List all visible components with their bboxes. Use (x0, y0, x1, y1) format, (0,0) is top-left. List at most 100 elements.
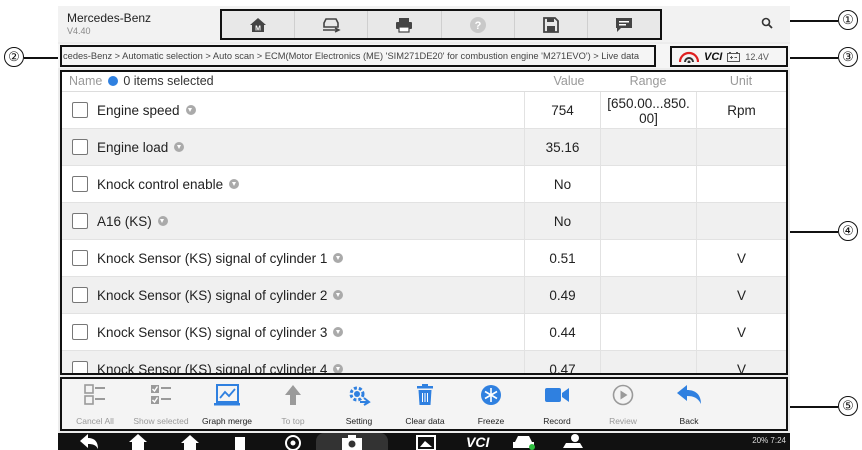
home-button[interactable]: M (222, 11, 296, 38)
freeze-button[interactable]: Freeze (458, 379, 524, 429)
row-name: Knock control enable (97, 177, 240, 192)
row-range (600, 314, 696, 351)
back-icon (80, 434, 98, 449)
callout-3-leader (788, 57, 838, 59)
row-unit: Rpm (696, 92, 786, 129)
row-value: 0.47 (524, 351, 600, 373)
row-checkbox[interactable] (72, 176, 88, 192)
table-row[interactable]: Engine speed 754 [650.00...850. 00] Rpm (62, 92, 786, 129)
breadcrumb: cedes-Benz > Automatic selection > Auto … (60, 45, 656, 67)
back-button[interactable]: Back (656, 379, 722, 429)
row-range-text: [650.00...850. 00] (607, 95, 690, 126)
save-button[interactable] (514, 11, 588, 38)
row-checkbox[interactable] (72, 287, 88, 303)
browser-icon (285, 435, 301, 450)
row-name: Knock Sensor (KS) signal of cylinder 1 (97, 251, 344, 266)
print-button[interactable] (368, 11, 442, 38)
video-camera-icon (545, 388, 569, 402)
help-button[interactable]: ? (441, 11, 515, 38)
table-row[interactable]: Knock control enable No (62, 166, 786, 203)
to-top-label: To top (281, 416, 305, 426)
table-row[interactable]: Engine load 35.16 (62, 129, 786, 166)
system-gallery-button[interactable] (416, 433, 436, 450)
print-icon (396, 17, 413, 33)
snowflake-icon (481, 385, 501, 405)
table-row[interactable]: Knock Sensor (KS) signal of cylinder 2 0.… (62, 277, 786, 314)
row-checkbox[interactable] (72, 324, 88, 340)
clear-data-button[interactable]: Clear data (392, 379, 458, 429)
info-dropdown-icon[interactable] (229, 179, 240, 189)
svg-text:M: M (255, 25, 261, 32)
battery-voltage: 12.4V (745, 51, 769, 62)
row-checkbox[interactable] (72, 102, 88, 118)
setting-button[interactable]: Setting (326, 379, 392, 429)
save-icon (542, 16, 559, 33)
car-home-icon (181, 435, 199, 450)
system-recents-button[interactable] (180, 433, 200, 450)
app-version: V4.40 (67, 26, 91, 36)
info-dropdown-icon[interactable] (185, 105, 196, 115)
row-name: Knock Sensor (KS) signal of cylinder 2 (97, 288, 344, 303)
row-unit (696, 203, 786, 240)
show-selected-button[interactable]: Show selected (128, 379, 194, 429)
graph-merge-button[interactable]: Graph merge (194, 379, 260, 429)
message-button[interactable] (587, 11, 661, 38)
row-value: 0.51 (524, 240, 600, 277)
message-icon (615, 17, 632, 32)
row-name: Engine speed (97, 103, 196, 118)
row-name-text: Knock Sensor (KS) signal of cylinder 3 (97, 325, 328, 340)
row-name-text: Knock Sensor (KS) signal of cylinder 4 (97, 362, 328, 375)
play-circle-icon (612, 384, 634, 406)
row-checkbox[interactable] (72, 250, 88, 266)
cancel-all-label: Cancel All (76, 416, 114, 426)
system-vci-button[interactable]: VCI (466, 433, 489, 450)
vehicle-swap-button[interactable] (295, 11, 369, 38)
system-square-button[interactable] (234, 433, 246, 450)
row-range (600, 277, 696, 314)
live-data-table: Name 0 items selected Value Range Unit E… (60, 70, 788, 375)
home-outline-icon (129, 434, 147, 450)
row-checkbox[interactable] (72, 361, 88, 373)
system-browser-button[interactable] (284, 433, 302, 450)
to-top-button[interactable]: To top (260, 379, 326, 429)
system-camera-button[interactable] (316, 433, 388, 450)
system-vehicle-button[interactable] (512, 433, 536, 450)
header-name-column[interactable]: Name 0 items selected (69, 74, 214, 88)
callout-3: ③ (838, 47, 858, 67)
search-button[interactable] (758, 14, 776, 32)
user-car-icon (563, 434, 583, 448)
vehicle-swap-icon (323, 17, 341, 33)
cancel-all-button[interactable]: Cancel All (62, 379, 128, 429)
system-home-button[interactable] (128, 433, 148, 450)
system-user-button[interactable] (562, 433, 584, 450)
row-unit: V (696, 351, 786, 373)
show-selected-icon (151, 385, 171, 404)
row-range (600, 240, 696, 277)
table-row[interactable]: A16 (KS) No (62, 203, 786, 240)
row-checkbox[interactable] (72, 139, 88, 155)
svg-text:?: ? (474, 20, 481, 32)
graph-merge-icon (214, 384, 240, 406)
car-icon (513, 436, 535, 450)
record-button[interactable]: Record (524, 379, 590, 429)
row-checkbox[interactable] (72, 213, 88, 229)
selection-indicator-icon (107, 76, 118, 86)
table-row[interactable]: Knock Sensor (KS) signal of cylinder 1 0.… (62, 240, 786, 277)
callout-5: ⑤ (838, 396, 858, 416)
table-row[interactable]: Knock Sensor (KS) signal of cylinder 3 0.… (62, 314, 786, 351)
row-range (600, 203, 696, 240)
system-back-button[interactable] (78, 433, 100, 450)
info-dropdown-icon[interactable] (333, 253, 344, 263)
info-dropdown-icon[interactable] (174, 142, 185, 152)
cancel-all-icon (84, 384, 105, 405)
system-status: 20% 7:24 (752, 436, 786, 445)
row-value: No (524, 203, 600, 240)
connection-icon (679, 51, 699, 63)
info-dropdown-icon[interactable] (333, 290, 344, 300)
review-button[interactable]: Review (590, 379, 656, 429)
info-dropdown-icon[interactable] (333, 327, 344, 337)
info-dropdown-icon[interactable] (157, 216, 168, 226)
info-dropdown-icon[interactable] (333, 364, 344, 373)
header-value: Value (553, 74, 585, 88)
table-row[interactable]: Knock Sensor (KS) signal of cylinder 4 0.… (62, 351, 786, 375)
